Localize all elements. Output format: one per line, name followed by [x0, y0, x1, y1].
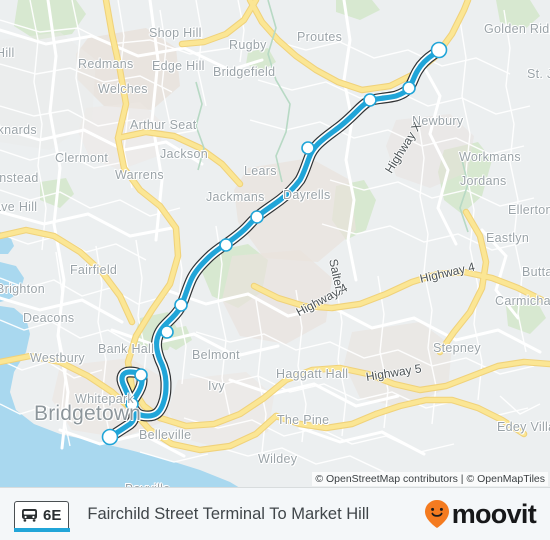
- route-stop-marker[interactable]: [174, 298, 188, 312]
- route-stop-marker[interactable]: [301, 141, 315, 155]
- line-badge[interactable]: 6E: [13, 500, 71, 532]
- route-stop-marker[interactable]: [402, 81, 416, 95]
- bus-icon: [22, 508, 37, 522]
- route-stop-marker[interactable]: [363, 93, 377, 107]
- brand-name: moovit: [451, 498, 537, 529]
- route-footer-bar: 6E Fairchild Street Terminal To Market H…: [0, 488, 550, 540]
- moovit-pin-icon: [424, 500, 449, 528]
- route-title: Fairchild Street Terminal To Market Hill: [87, 504, 370, 523]
- route-stop-marker[interactable]: [125, 397, 139, 411]
- map-canvas[interactable]: Shop HillRugbyProutesGolden RidgeRedmans…: [0, 0, 550, 488]
- route-stop-marker[interactable]: [134, 368, 148, 382]
- route-stop-marker[interactable]: [160, 325, 174, 339]
- route-stop-marker[interactable]: [101, 428, 119, 446]
- route-stop-marker[interactable]: [250, 210, 264, 224]
- map-attribution: © OpenStreetMap contributors | © OpenMap…: [312, 472, 548, 486]
- route-stop-marker[interactable]: [430, 41, 448, 59]
- line-number: 6E: [43, 506, 62, 524]
- moovit-logo[interactable]: moovit: [424, 498, 537, 529]
- map-vector-layer: [0, 0, 550, 487]
- route-stop-marker[interactable]: [219, 238, 233, 252]
- route-map-screen: Shop HillRugbyProutesGolden RidgeRedmans…: [0, 0, 550, 540]
